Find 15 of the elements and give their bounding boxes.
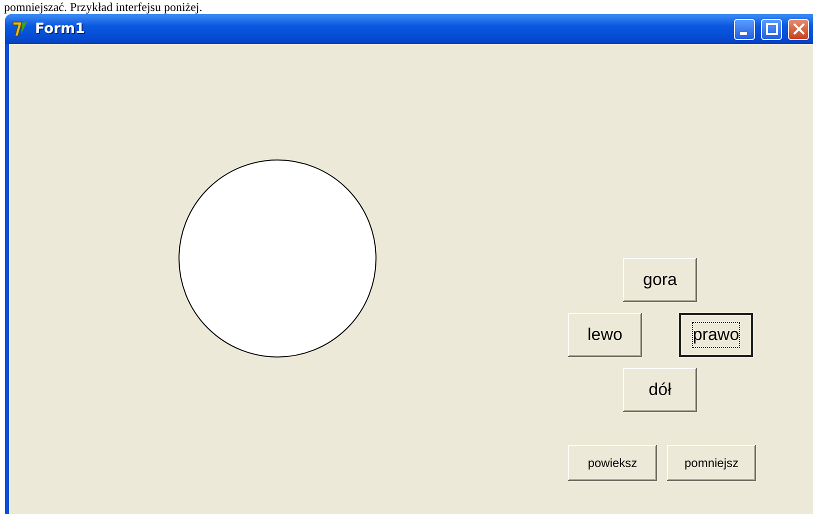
app-icon <box>11 20 29 38</box>
close-button[interactable] <box>788 18 809 40</box>
form-button[interactable]: gora <box>623 258 697 302</box>
form-button[interactable]: pomniejsz <box>667 445 756 481</box>
document-text: pomniejszać. Przykład interfejsu poniżej. <box>3 0 204 14</box>
form-button[interactable]: powieksz <box>568 445 657 481</box>
form-button[interactable]: dół <box>623 368 697 412</box>
window-title: Form1 <box>35 21 85 37</box>
maximize-button[interactable] <box>761 18 782 40</box>
minimize-icon <box>740 32 746 34</box>
form-button[interactable]: lewo <box>568 313 642 357</box>
minimize-button[interactable] <box>734 18 755 40</box>
maximize-icon <box>766 23 778 35</box>
form-button[interactable]: prawo <box>679 313 753 357</box>
close-icon <box>792 23 804 35</box>
